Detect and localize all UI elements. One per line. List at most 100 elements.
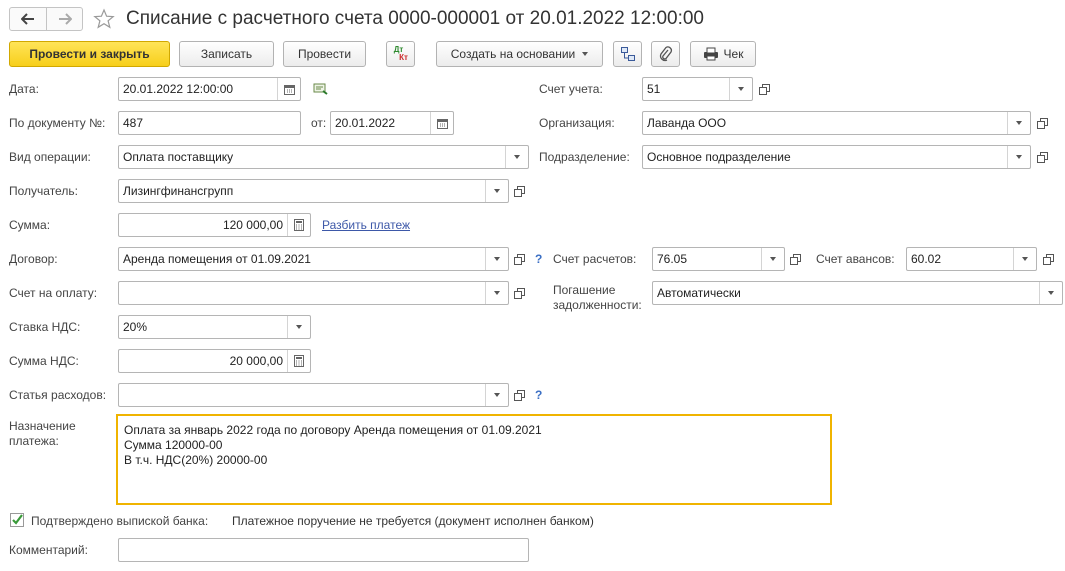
contract-field[interactable]: Аренда помещения от 01.09.2021 [118, 247, 509, 271]
account-label: Счет учета: [539, 82, 603, 96]
dt-kt-button[interactable]: Дт Кт [386, 41, 415, 67]
purpose-label-line2: платежа: [9, 434, 59, 448]
chevron-down-icon [494, 189, 500, 193]
invoice-field[interactable] [118, 281, 509, 305]
forward-button[interactable] [47, 8, 82, 30]
doc-number-value: 487 [123, 116, 144, 130]
date-history-icon[interactable] [313, 82, 329, 96]
advance-account-dropdown[interactable] [1013, 248, 1036, 270]
post-button[interactable]: Провести [283, 41, 366, 67]
vat-amount-field[interactable]: 20 000,00 [118, 349, 311, 373]
repayment-label-line2: задолженности: [553, 298, 642, 312]
chevron-down-icon [770, 257, 776, 261]
division-field[interactable]: Основное подразделение [642, 145, 1031, 169]
purpose-label-line1: Назначение [9, 419, 76, 433]
chevron-down-icon [738, 87, 744, 91]
repayment-field[interactable]: Автоматически [652, 281, 1063, 305]
expense-item-dropdown[interactable] [485, 384, 508, 406]
organization-field[interactable]: Лаванда ООО [642, 111, 1031, 135]
repayment-label-line1: Погашение [553, 283, 616, 297]
vat-rate-dropdown[interactable] [287, 316, 310, 338]
division-dropdown[interactable] [1007, 146, 1030, 168]
account-field[interactable]: 51 [642, 77, 753, 101]
check-button[interactable]: Чек [690, 41, 756, 67]
operation-type-dropdown[interactable] [505, 146, 528, 168]
division-open-button[interactable] [1032, 145, 1052, 169]
calculator-button-vat[interactable] [287, 350, 310, 372]
favorite-star-icon[interactable] [93, 8, 115, 30]
settlement-account-label: Счет расчетов: [553, 252, 637, 266]
vat-rate-label: Ставка НДС: [9, 320, 81, 334]
recipient-field[interactable]: Лизингфинансгрупп [118, 179, 509, 203]
expense-item-field[interactable] [118, 383, 509, 407]
from-date-value: 20.01.2022 [335, 116, 396, 130]
account-dropdown[interactable] [729, 78, 752, 100]
expense-item-value [119, 384, 485, 406]
date-field[interactable]: 20.01.2022 12:00:00 [118, 77, 301, 101]
chevron-down-icon [296, 325, 302, 329]
recipient-open-button[interactable] [509, 179, 529, 203]
calculator-button[interactable] [287, 214, 310, 236]
calendar-button[interactable] [277, 78, 300, 100]
back-button[interactable] [10, 8, 47, 30]
structure-button[interactable] [613, 41, 642, 67]
account-open-button[interactable] [754, 77, 774, 101]
advance-account-field[interactable]: 60.02 [906, 247, 1037, 271]
open-window-icon [789, 253, 801, 265]
organization-open-button[interactable] [1032, 111, 1052, 135]
invoice-dropdown[interactable] [485, 282, 508, 304]
settlement-account-dropdown[interactable] [761, 248, 784, 270]
advance-account-label: Счет авансов: [816, 252, 895, 266]
doc-number-label: По документу №: [9, 116, 106, 130]
repayment-value: Автоматически [657, 286, 741, 300]
arrow-right-icon [58, 13, 72, 25]
vat-rate-field[interactable]: 20% [118, 315, 311, 339]
post-and-close-button[interactable]: Провести и закрыть [9, 41, 170, 67]
chevron-down-icon [494, 393, 500, 397]
advance-account-value: 60.02 [911, 252, 942, 266]
expense-help-icon[interactable]: ? [535, 388, 542, 402]
calendar-button-from[interactable] [430, 112, 453, 134]
recipient-dropdown[interactable] [485, 180, 508, 202]
payment-purpose-textarea[interactable]: Оплата за январь 2022 года по договору А… [116, 414, 832, 505]
save-button[interactable]: Записать [179, 41, 274, 67]
bank-confirmed-checkbox[interactable] [9, 512, 25, 528]
operation-type-field[interactable]: Оплата поставщику [118, 145, 529, 169]
attach-button[interactable] [651, 41, 680, 67]
create-based-on-label: Создать на основании [450, 47, 576, 61]
create-based-on-button[interactable]: Создать на основании [436, 41, 603, 67]
open-window-icon [1042, 253, 1054, 265]
contract-help-icon[interactable]: ? [535, 252, 542, 266]
account-value: 51 [647, 82, 661, 96]
operation-type-value: Оплата поставщику [123, 150, 234, 164]
recipient-value: Лизингфинансгрупп [123, 184, 234, 198]
comment-label: Комментарий: [9, 543, 88, 557]
amount-field[interactable]: 120 000,00 [118, 213, 311, 237]
advance-account-open-button[interactable] [1038, 247, 1058, 271]
chevron-down-icon [494, 291, 500, 295]
recipient-label: Получатель: [9, 184, 78, 198]
repayment-dropdown[interactable] [1039, 282, 1062, 304]
organization-value: Лаванда ООО [647, 116, 727, 130]
from-label: от: [311, 116, 327, 130]
amount-value: 120 000,00 [222, 218, 283, 232]
settlement-account-open-button[interactable] [785, 247, 805, 271]
contract-open-button[interactable] [509, 247, 529, 271]
doc-number-field[interactable]: 487 [118, 111, 301, 135]
organization-label: Организация: [539, 116, 615, 130]
invoice-open-button[interactable] [509, 281, 529, 305]
from-date-field[interactable]: 20.01.2022 [330, 111, 454, 135]
expense-item-open-button[interactable] [509, 383, 529, 407]
invoice-label: Счет на оплату: [9, 286, 98, 300]
chevron-down-icon [1048, 291, 1054, 295]
split-payment-link[interactable]: Разбить платеж [322, 218, 410, 232]
settlement-account-field[interactable]: 76.05 [652, 247, 785, 271]
contract-dropdown[interactable] [485, 248, 508, 270]
amount-label: Сумма: [9, 218, 51, 232]
organization-dropdown[interactable] [1007, 112, 1030, 134]
open-window-icon [513, 185, 525, 197]
comment-field[interactable] [118, 538, 529, 562]
dt-kt-icon: Дт Кт [393, 46, 408, 62]
purpose-line-2: Сумма 120000-00 [124, 438, 223, 452]
chevron-down-icon [1016, 121, 1022, 125]
